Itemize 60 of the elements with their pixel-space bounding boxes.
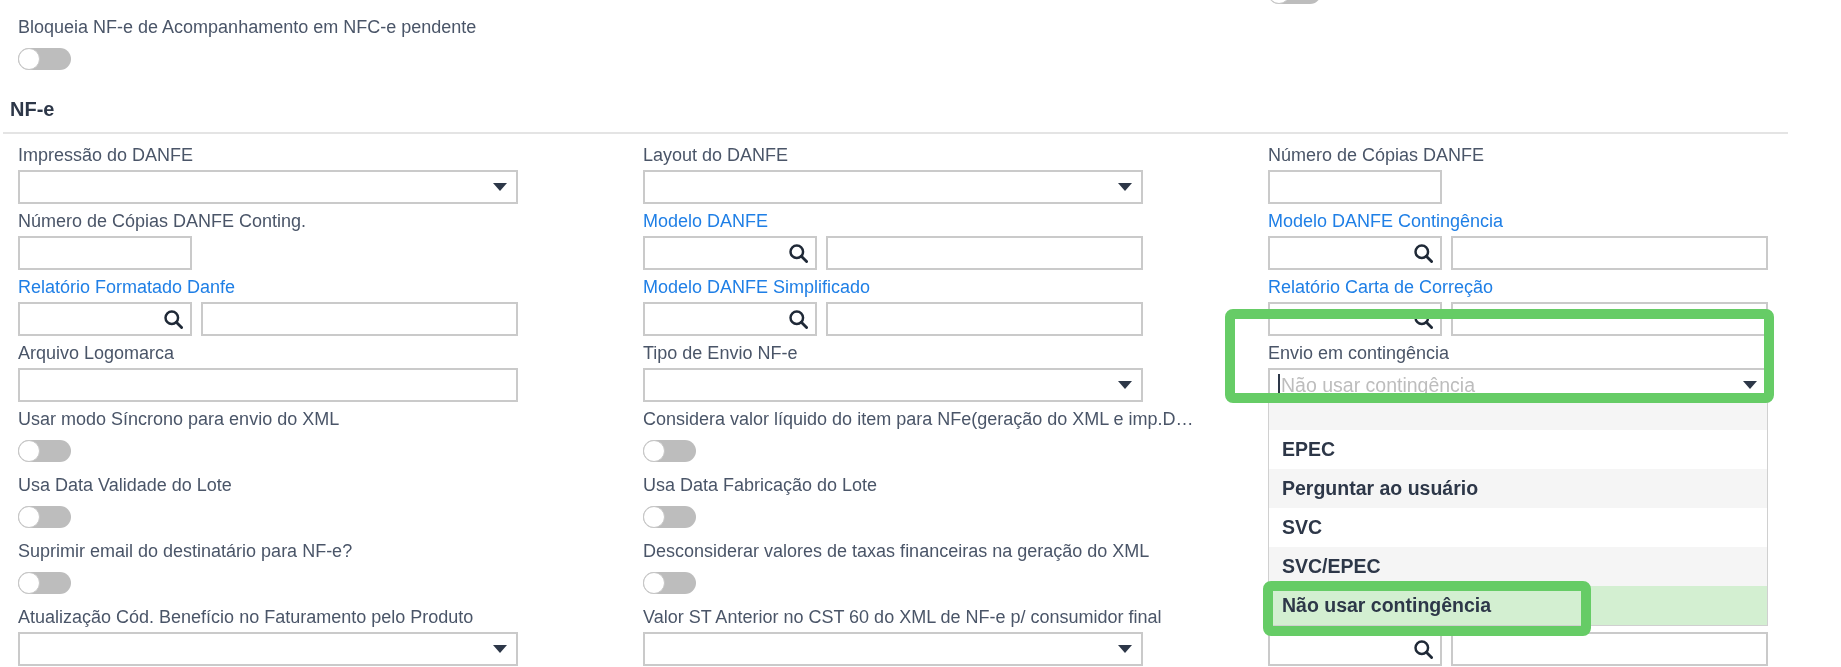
text-field[interactable] (18, 368, 518, 402)
lookup-code-field[interactable] (643, 302, 817, 336)
lookup-code-field[interactable] (18, 302, 192, 336)
field-label: Suprimir email do destinatário para NF-e? (18, 540, 353, 562)
caret-icon[interactable] (1118, 645, 1132, 653)
section-title: NF-e (10, 97, 55, 121)
lookup-description-field[interactable] (826, 302, 1143, 336)
field-label: Envio em contingência (1268, 342, 1450, 364)
lookup-code-field[interactable] (1268, 236, 1442, 270)
caret-icon[interactable] (1118, 183, 1132, 191)
caret-icon[interactable] (1118, 381, 1132, 389)
lookup-description-field[interactable] (826, 236, 1143, 270)
lookup-code-field[interactable] (643, 236, 817, 270)
lookup-description-field[interactable] (1451, 632, 1768, 666)
field-label: Tipo de Envio NF-e (643, 342, 798, 364)
field-label: Arquivo Logomarca (18, 342, 175, 364)
number-field[interactable] (18, 236, 192, 270)
caret-icon[interactable] (493, 183, 507, 191)
lookup-description-field[interactable] (1451, 236, 1768, 270)
field-link[interactable]: Modelo DANFE Simplificado (643, 276, 871, 298)
search-icon[interactable] (789, 309, 808, 329)
search-icon[interactable] (1414, 639, 1433, 659)
toggle-switch[interactable] (18, 506, 71, 528)
field-label: Usar modo Síncrono para envio do XML (18, 408, 340, 430)
select-field[interactable] (643, 368, 1143, 402)
search-icon[interactable] (1414, 243, 1433, 263)
toggle-switch[interactable] (643, 572, 696, 594)
field-label: Número de Cópias DANFE Conting. (18, 210, 307, 232)
field-label: Bloqueia NF-e de Acompanhamento em NFC-e pendente (18, 16, 477, 38)
field-label: Considera valor líquido do item para NFe(geração do XML e imp.D… (643, 408, 1194, 430)
select-field[interactable] (18, 170, 518, 204)
select-field[interactable] (643, 632, 1143, 666)
dropdown-option[interactable] (1269, 402, 1767, 430)
field-label: Atualização Cód. Benefício no Faturamento pelo Produto (18, 606, 474, 628)
field-label: Número de Cópias DANFE (1268, 144, 1485, 166)
field-link[interactable]: Modelo DANFE Contingência (1268, 210, 1504, 232)
field-link[interactable]: Modelo DANFE (643, 210, 769, 232)
search-icon[interactable] (164, 309, 183, 329)
dropdown-option[interactable]: SVC/EPEC (1269, 547, 1767, 586)
caret-icon[interactable] (493, 645, 507, 653)
lookup-description-field[interactable] (201, 302, 518, 336)
select-field[interactable] (643, 170, 1143, 204)
toggle-switch[interactable] (643, 440, 696, 462)
field-label: Usa Data Validade do Lote (18, 474, 232, 496)
toggle-switch[interactable] (18, 48, 71, 70)
toggle-switch[interactable] (18, 572, 71, 594)
field-link[interactable]: Relatório Formatado Danfe (18, 276, 236, 298)
toggle-switch[interactable] (643, 506, 696, 528)
dropdown-option[interactable]: Perguntar ao usuário (1269, 469, 1767, 508)
field-label: Impressão do DANFE (18, 144, 194, 166)
field-label: Valor ST Anterior no CST 60 do XML de NF-e p/ consumidor final (643, 606, 1162, 628)
field-link[interactable]: Relatório Carta de Correção (1268, 276, 1494, 298)
field-label: Usa Data Fabricação do Lote (643, 474, 878, 496)
field-label: Desconsiderar valores de taxas financeiras na geração do XML (643, 540, 1150, 562)
select-field[interactable] (18, 632, 518, 666)
search-icon[interactable] (789, 243, 808, 263)
caret-icon[interactable] (1743, 381, 1757, 389)
toggle-switch[interactable] (18, 440, 71, 462)
field-label: Layout do DANFE (643, 144, 789, 166)
number-field[interactable] (1268, 170, 1442, 204)
